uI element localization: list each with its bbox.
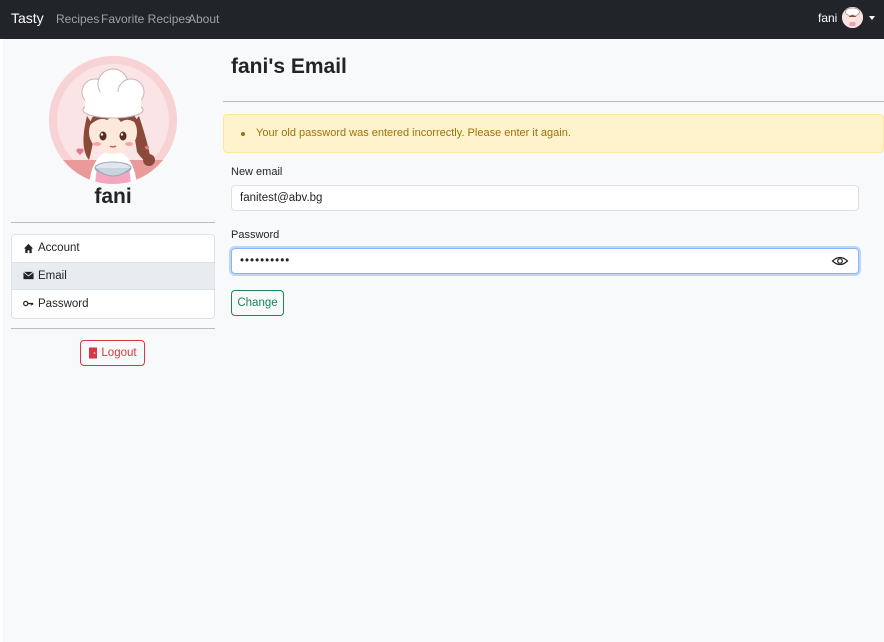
logout-button[interactable]: Logout	[80, 340, 145, 366]
logout-label: Logout	[101, 347, 137, 359]
nav-link-favorite-recipes[interactable]: Favorite Recipes	[101, 12, 191, 26]
password-input[interactable]	[231, 248, 859, 274]
menu-item-account[interactable]: Account	[12, 235, 214, 263]
title-divider	[223, 101, 884, 102]
sidebar-divider-top	[11, 222, 215, 223]
menu-item-label: Email	[38, 269, 67, 282]
nav-link-recipes[interactable]: Recipes	[56, 12, 99, 26]
menu-item-label: Password	[38, 297, 89, 310]
page-title: fani's Email	[231, 55, 347, 78]
key-icon	[23, 301, 34, 307]
profile-avatar	[49, 56, 177, 184]
alert-bullet	[241, 132, 245, 136]
sidebar-divider-bottom	[11, 328, 215, 329]
door-icon	[89, 347, 98, 359]
alert-message: Your old password was entered incorrectl…	[256, 127, 571, 139]
nav-avatar[interactable]	[842, 7, 863, 28]
password-error-alert: Your old password was entered incorrectl…	[223, 114, 884, 153]
user-dropdown-caret-icon[interactable]	[869, 16, 875, 20]
new-email-label: New email	[231, 166, 283, 178]
menu-item-label: Account	[38, 242, 80, 255]
password-label: Password	[231, 229, 280, 241]
change-button[interactable]: Change	[231, 290, 284, 316]
envelope-icon	[23, 271, 34, 280]
menu-item-email[interactable]: Email	[12, 262, 214, 290]
nav-link-about[interactable]: About	[188, 12, 219, 26]
page-content: fani Account Email Password Logout fani'…	[3, 39, 884, 642]
top-navbar: Tasty Recipes Favorite Recipes About fan…	[0, 0, 884, 39]
eye-icon[interactable]	[831, 254, 849, 268]
brand-link[interactable]: Tasty	[11, 10, 44, 26]
menu-item-password[interactable]: Password	[12, 290, 214, 318]
house-icon	[23, 243, 34, 253]
account-menu: Account Email Password	[11, 234, 215, 319]
new-email-input[interactable]	[231, 185, 859, 211]
profile-name: fani	[94, 185, 132, 208]
nav-username[interactable]: fani	[818, 11, 837, 25]
